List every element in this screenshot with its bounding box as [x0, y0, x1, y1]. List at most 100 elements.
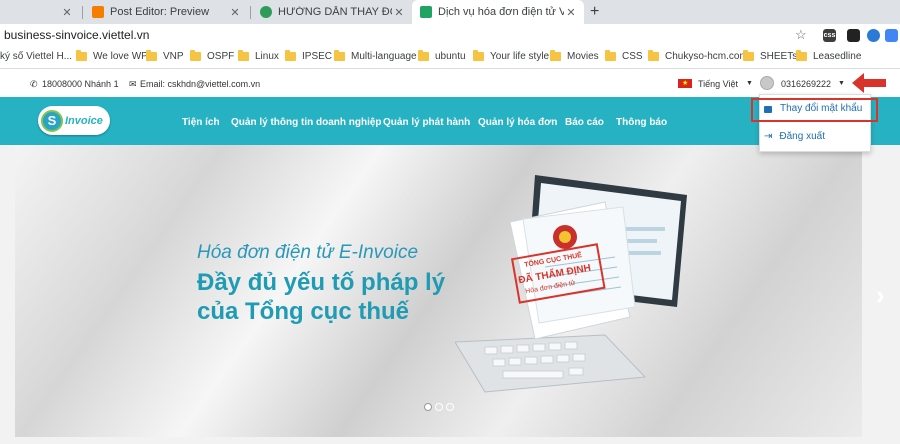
- sheets-icon: [420, 6, 432, 18]
- hero-subtitle: Hóa đơn điện tử E-Invoice: [197, 242, 419, 263]
- bookmark-label: SHEETs: [760, 51, 798, 62]
- hero-title-line1: Đầy đủ yếu tố pháp lý: [197, 269, 446, 296]
- folder-icon: [473, 50, 484, 61]
- tab-title: HƯỚNG DẪN THAY ĐỔI MẬT KH: [278, 6, 392, 18]
- tab-title: Dịch vụ hóa đơn điện tử Viettel: [438, 6, 564, 18]
- translate-extension-icon[interactable]: [885, 29, 898, 42]
- bookmark-label: OSPF: [207, 51, 235, 62]
- site-favicon-icon: [260, 6, 272, 18]
- bookmarks-bar: ký số Viettel H... We love WP VNP OSPF L…: [0, 47, 900, 69]
- address-bar: business-sinvoice.viettel.vn ☆ css: [0, 24, 900, 47]
- bookmark-item[interactable]: ubuntu: [418, 50, 466, 62]
- folder-icon: [648, 50, 659, 61]
- bookmark-item[interactable]: IPSEC: [285, 50, 333, 62]
- folder-icon: [334, 50, 345, 61]
- bookmark-label: CSS: [622, 51, 643, 62]
- chevron-down-icon[interactable]: ▼: [838, 80, 845, 87]
- bookmark-item[interactable]: ký số Viettel H...: [0, 51, 72, 62]
- bookmark-item[interactable]: SHEETs: [743, 50, 798, 62]
- nav-utilities[interactable]: Tiện ích: [182, 117, 220, 128]
- bookmark-item[interactable]: Chukyso-hcm.com: [648, 50, 748, 62]
- close-icon[interactable]: ✕: [392, 6, 406, 19]
- css-extension-icon[interactable]: css: [823, 29, 836, 42]
- bookmark-item[interactable]: Movies: [550, 50, 599, 62]
- folder-icon: [418, 50, 429, 61]
- mail-icon: ✉: [129, 79, 137, 89]
- nav-notifications[interactable]: Thông báo: [616, 117, 667, 128]
- close-icon[interactable]: ✕: [60, 6, 74, 19]
- nav-issuance[interactable]: Quản lý phát hành: [383, 117, 470, 128]
- slider-dot[interactable]: [435, 403, 443, 411]
- bookmark-item[interactable]: We love WP: [76, 50, 148, 62]
- folder-icon: [238, 50, 249, 61]
- bookmark-label: Linux: [255, 51, 279, 62]
- logout-label: Đăng xuất: [779, 131, 825, 142]
- nav-reports[interactable]: Báo cáo: [565, 117, 604, 128]
- slider-dot-active[interactable]: [424, 403, 432, 411]
- slider-dot[interactable]: [446, 403, 454, 411]
- bookmark-item[interactable]: VNP: [146, 50, 184, 62]
- bookmark-label: ubuntu: [435, 51, 466, 62]
- bookmark-label: Multi-language: [351, 51, 417, 62]
- phone-icon: ✆: [30, 79, 38, 89]
- sign-out-icon: ⇥: [764, 131, 773, 142]
- tab-4[interactable]: Dịch vụ hóa đơn điện tử Viettel ✕: [412, 0, 584, 24]
- bookmark-item[interactable]: Leasedline: [796, 50, 862, 62]
- bookmark-item[interactable]: Multi-language: [334, 50, 417, 62]
- close-icon[interactable]: ✕: [228, 6, 242, 19]
- bookmark-item[interactable]: Linux: [238, 50, 279, 62]
- bookmark-label: IPSEC: [302, 51, 333, 62]
- tab-title: Post Editor: Preview: [110, 6, 210, 18]
- folder-icon: [190, 50, 201, 61]
- hero-slider: Hóa đơn điện tử E-Invoice Đầy đủ yếu tố …: [15, 145, 862, 437]
- account-menu[interactable]: 0316269222: [781, 79, 831, 89]
- nav-company-info[interactable]: Quản lý thông tin doanh nghiệp: [231, 117, 382, 128]
- tab-separator: [250, 6, 251, 19]
- nav-invoices[interactable]: Quản lý hóa đơn: [478, 117, 557, 128]
- slider-next-chevron-icon[interactable]: ›: [876, 280, 885, 311]
- site-top-bar: ✆ 18008000 Nhánh 1 ✉ Email: cskhdn@viett…: [0, 69, 900, 97]
- bookmark-item[interactable]: OSPF: [190, 50, 235, 62]
- bookmark-label: Your life style: [490, 51, 550, 62]
- tab-1[interactable]: ✕: [0, 0, 80, 24]
- close-icon[interactable]: ✕: [564, 6, 578, 19]
- sinvoice-logo[interactable]: S Invoice: [38, 106, 110, 135]
- hotline-text: 18008000 Nhánh 1: [42, 79, 119, 89]
- tab-separator: [82, 6, 83, 19]
- bookmark-label: Chukyso-hcm.com: [665, 51, 748, 62]
- logo-mark: S: [41, 109, 63, 132]
- email-text: Email: cskhdn@viettel.com.vn: [140, 79, 261, 89]
- bookmark-label: Leasedline: [813, 51, 862, 62]
- tab-2[interactable]: Post Editor: Preview ✕: [84, 0, 248, 24]
- bookmark-label: ký số Viettel H...: [0, 51, 73, 62]
- browser-tab-strip: ✕ Post Editor: Preview ✕ HƯỚNG DẪN THAY …: [0, 0, 900, 24]
- red-arrow-annotation-icon: [852, 73, 886, 93]
- bookmark-label: VNP: [163, 51, 184, 62]
- logo-text: Invoice: [65, 114, 103, 127]
- extension-icon[interactable]: [847, 29, 860, 42]
- folder-icon: [285, 50, 296, 61]
- bookmark-item[interactable]: CSS: [605, 50, 643, 62]
- change-password-item[interactable]: Thay đổi mật khẩu: [764, 103, 862, 114]
- chevron-down-icon[interactable]: ▼: [746, 80, 753, 87]
- change-password-label: Thay đổi mật khẩu: [780, 103, 863, 114]
- einvoice-illustration: [455, 175, 687, 393]
- hero-title-line2: của Tổng cục thuế: [197, 298, 410, 325]
- language-selector[interactable]: Tiếng Việt: [698, 79, 738, 89]
- url-field[interactable]: business-sinvoice.viettel.vn: [4, 28, 149, 42]
- folder-icon: [76, 50, 87, 61]
- tab-3[interactable]: HƯỚNG DẪN THAY ĐỔI MẬT KH ✕: [252, 0, 412, 24]
- new-tab-button[interactable]: +: [590, 3, 599, 21]
- vietnam-flag-icon: ★: [678, 79, 692, 88]
- bookmark-label: We love WP: [93, 51, 148, 62]
- folder-icon: [605, 50, 616, 61]
- bookmark-label: Movies: [567, 51, 599, 62]
- star-icon[interactable]: ☆: [795, 27, 807, 43]
- account-dropdown: Thay đổi mật khẩu ⇥ Đăng xuất: [751, 94, 878, 152]
- avatar[interactable]: [760, 76, 774, 90]
- bookmark-item[interactable]: Your life style: [473, 50, 550, 62]
- logout-item[interactable]: ⇥ Đăng xuất: [764, 131, 825, 142]
- folder-icon: [146, 50, 157, 61]
- lock-icon: [764, 106, 772, 113]
- extension-icon[interactable]: [867, 29, 880, 42]
